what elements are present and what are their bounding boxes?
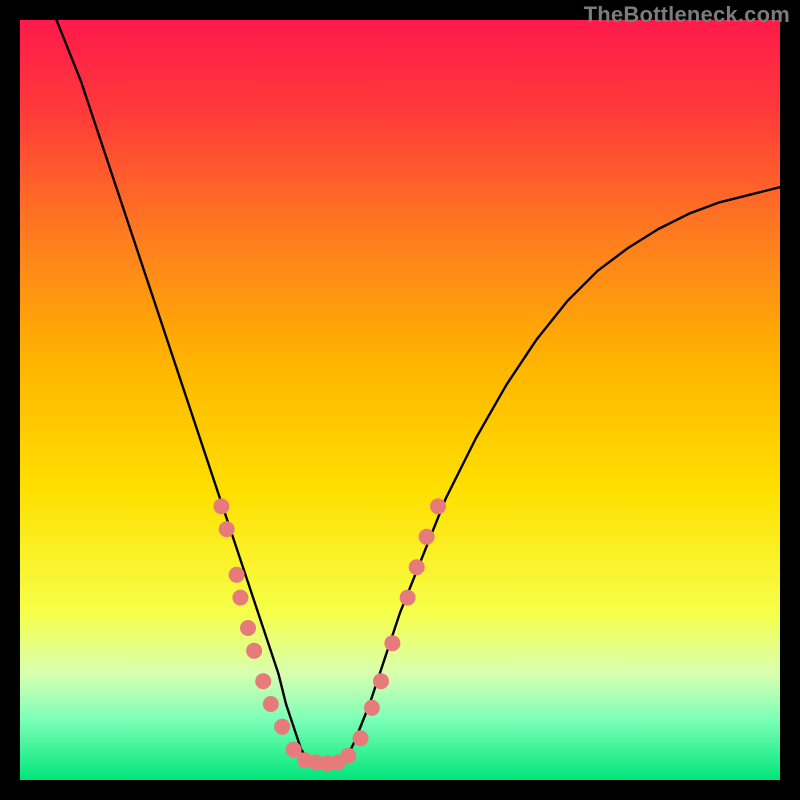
curve-marker xyxy=(409,559,425,575)
curve-marker xyxy=(229,567,245,583)
curve-marker xyxy=(240,620,256,636)
curve-marker xyxy=(255,673,271,689)
curve-marker xyxy=(373,673,389,689)
gradient-background xyxy=(20,20,780,780)
curve-marker xyxy=(213,498,229,514)
curve-marker xyxy=(274,719,290,735)
curve-marker xyxy=(232,590,248,606)
chart-frame: TheBottleneck.com xyxy=(0,0,800,800)
curve-marker xyxy=(430,498,446,514)
curve-marker xyxy=(364,700,380,716)
curve-marker xyxy=(419,529,435,545)
watermark-text: TheBottleneck.com xyxy=(584,2,790,28)
curve-marker xyxy=(219,521,235,537)
curve-marker xyxy=(246,643,262,659)
curve-marker xyxy=(340,748,356,764)
chart-svg xyxy=(20,20,780,780)
plot-area xyxy=(20,20,780,780)
curve-marker xyxy=(353,730,369,746)
curve-marker xyxy=(263,696,279,712)
curve-marker xyxy=(400,590,416,606)
curve-marker xyxy=(384,635,400,651)
